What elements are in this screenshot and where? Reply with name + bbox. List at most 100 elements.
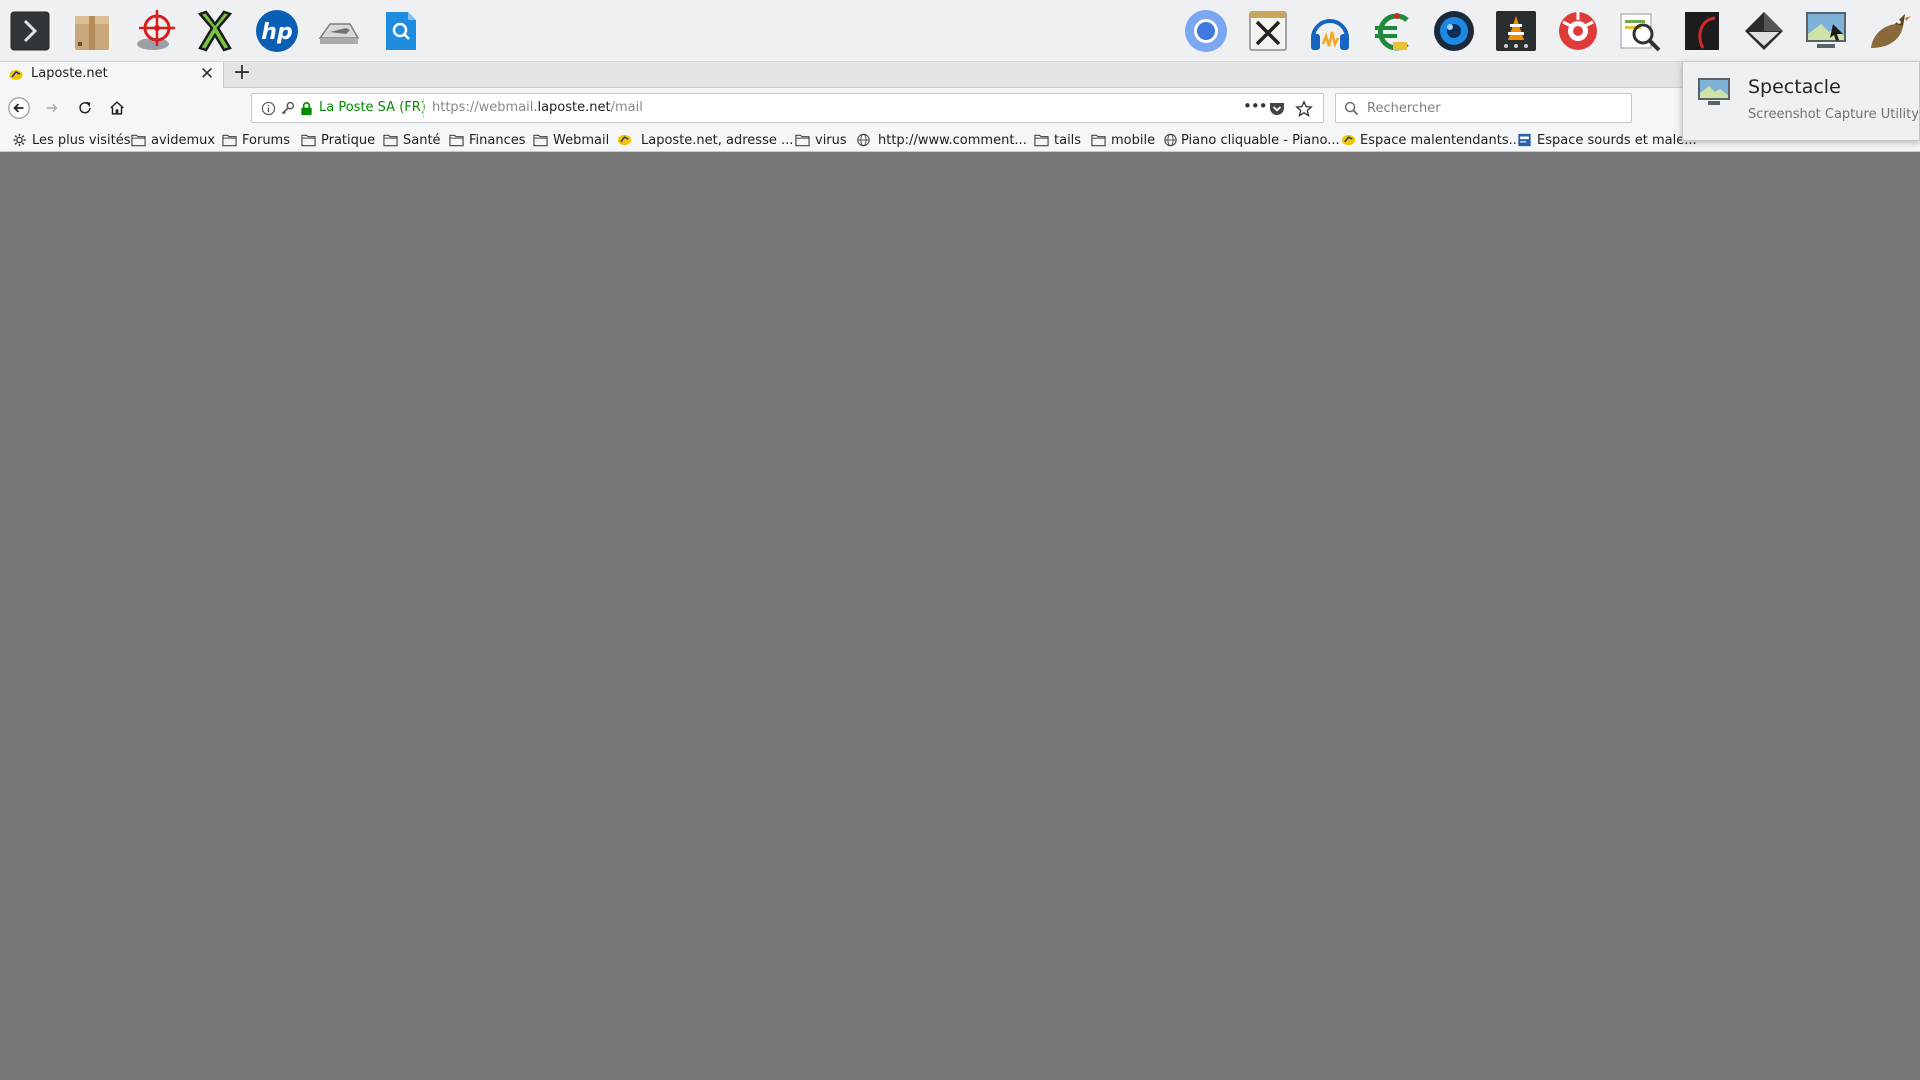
reload-icon <box>79 101 91 114</box>
bookmark-most-visited[interactable]: Les plus visités <box>12 131 130 149</box>
globe-icon <box>857 133 870 147</box>
bookmark-label: Espace sourds et male... <box>1537 132 1697 148</box>
launcher-tooltip: Spectacle Screenshot Capture Utility <box>1682 62 1920 141</box>
url-suffix: /mail <box>610 100 643 115</box>
mines-icon[interactable] <box>1553 6 1603 56</box>
url-bar[interactable]: La Poste SA (FR) https://webmail.laposte… <box>251 93 1324 123</box>
folder-icon <box>1091 134 1106 147</box>
vlc-cone-icon[interactable] <box>1491 6 1541 56</box>
bookmark-folder-virus[interactable]: virus <box>795 131 847 149</box>
magnifier-doc-icon[interactable] <box>1615 6 1665 56</box>
tooltip-subtitle: Screenshot Capture Utility <box>1748 107 1919 122</box>
url-prefix: https://webmail. <box>432 100 538 115</box>
bookmark-label: Espace malentendants... <box>1360 132 1522 148</box>
site-identity-label[interactable]: La Poste SA (FR) <box>319 100 426 115</box>
forward-button[interactable] <box>40 96 64 120</box>
bookmark-piano[interactable]: Piano cliquable - Piano... <box>1163 131 1340 149</box>
folder-icon <box>533 134 548 147</box>
bookmark-folder-avidemux[interactable]: avidemux <box>131 131 215 149</box>
bookmark-label: Santé <box>403 132 441 148</box>
pocket-icon[interactable] <box>1268 100 1286 118</box>
target-icon[interactable] <box>129 6 179 56</box>
url-text[interactable]: https://webmail.laposte.net/mail <box>432 100 643 115</box>
folder-icon <box>222 134 237 147</box>
bookmark-label: Piano cliquable - Piano... <box>1181 132 1340 148</box>
bookmark-label: Les plus visités <box>32 132 131 148</box>
swoosh-icon[interactable] <box>1677 6 1727 56</box>
headphones-icon[interactable] <box>1305 6 1355 56</box>
blue-page-icon <box>1518 133 1531 147</box>
folder-icon <box>301 134 316 147</box>
page-content-area[interactable] <box>0 153 1920 1080</box>
url-domain: laposte.net <box>537 100 611 115</box>
bookmark-laposte[interactable]: Laposte.net, adresse ... <box>617 131 793 149</box>
lock-icon[interactable] <box>299 101 314 116</box>
euro-icon[interactable] <box>1367 6 1417 56</box>
bookmark-espace-malentendants[interactable]: Espace malentendants... <box>1341 131 1521 149</box>
tab-title: Laposte.net <box>31 66 108 81</box>
page-actions-button[interactable]: ••• <box>1243 97 1268 115</box>
tab-laposte[interactable]: Laposte.net ✕ <box>0 62 224 89</box>
screenshot-icon <box>1698 78 1730 105</box>
key-icon[interactable] <box>280 101 295 116</box>
camera-icon[interactable] <box>1429 6 1479 56</box>
bookmark-label: tails <box>1054 132 1082 148</box>
new-tab-button[interactable]: + <box>232 62 252 86</box>
bookmark-label: avidemux <box>151 132 216 148</box>
ink-drop-icon[interactable] <box>1739 6 1789 56</box>
bookmark-folder-pratique[interactable]: Pratique <box>301 131 375 149</box>
search-bar[interactable] <box>1335 93 1632 123</box>
folder-icon <box>131 134 146 147</box>
bookmark-label: virus <box>815 132 847 148</box>
bookmark-folder-webmail[interactable]: Webmail <box>533 131 609 149</box>
hp-icon[interactable]: hp <box>252 6 302 56</box>
screenshot-icon[interactable] <box>1801 6 1851 56</box>
folder-icon <box>795 134 810 147</box>
bookmark-comment[interactable]: http://www.comment... <box>856 131 1027 149</box>
bookmark-folder-mobile[interactable]: mobile <box>1091 131 1155 149</box>
bookmark-label: Webmail <box>553 132 610 148</box>
tab-close-button[interactable]: ✕ <box>198 66 216 84</box>
arrow-right-icon <box>46 103 58 113</box>
svg-text:hp: hp <box>261 20 292 45</box>
bookmark-folder-forums[interactable]: Forums <box>222 131 290 149</box>
home-button[interactable] <box>105 96 129 120</box>
back-button[interactable] <box>7 96 31 120</box>
chromium-icon[interactable] <box>1181 6 1231 56</box>
bookmark-label: mobile <box>1111 132 1156 148</box>
file-search-icon[interactable] <box>376 6 426 56</box>
x-icon[interactable] <box>190 6 240 56</box>
home-icon <box>110 101 124 115</box>
bookmark-label: Finances <box>469 132 526 148</box>
laposte-icon <box>1341 134 1356 146</box>
arrow-left-icon <box>8 97 30 119</box>
bookmark-folder-tails[interactable]: tails <box>1034 131 1081 149</box>
star-icon[interactable] <box>1295 100 1313 118</box>
bookmark-folder-sante[interactable]: Santé <box>383 131 441 149</box>
tab-bar: Laposte.net ✕ + <box>0 62 1920 89</box>
reload-button[interactable] <box>73 96 97 120</box>
bookmarks-toolbar: Les plus visités avidemux Forums Pratiqu… <box>0 128 1920 152</box>
info-icon[interactable] <box>261 101 276 116</box>
url-divider <box>423 98 424 118</box>
bird-icon[interactable] <box>1863 6 1913 56</box>
bookmark-label: Pratique <box>321 132 376 148</box>
folder-icon <box>1034 134 1049 147</box>
gear-icon <box>13 133 26 147</box>
notepad-icon[interactable] <box>1243 6 1293 56</box>
bookmark-folder-finances[interactable]: Finances <box>449 131 526 149</box>
globe-icon <box>1164 133 1177 147</box>
top-panel: hp <box>0 0 1920 62</box>
tooltip-title: Spectacle <box>1748 76 1841 98</box>
folder-icon <box>449 134 464 147</box>
search-input[interactable] <box>1367 98 1622 118</box>
search-icon <box>1344 101 1359 116</box>
bookmark-label: Laposte.net, adresse ... <box>641 132 794 148</box>
package-icon[interactable] <box>67 6 117 56</box>
bookmark-label: Forums <box>242 132 290 148</box>
bookmark-espace-sourds[interactable]: Espace sourds et male... <box>1517 131 1697 149</box>
folder-icon <box>383 134 398 147</box>
wrench-icon[interactable] <box>314 6 364 56</box>
terminal-icon[interactable] <box>5 6 55 56</box>
laposte-icon <box>617 134 632 146</box>
